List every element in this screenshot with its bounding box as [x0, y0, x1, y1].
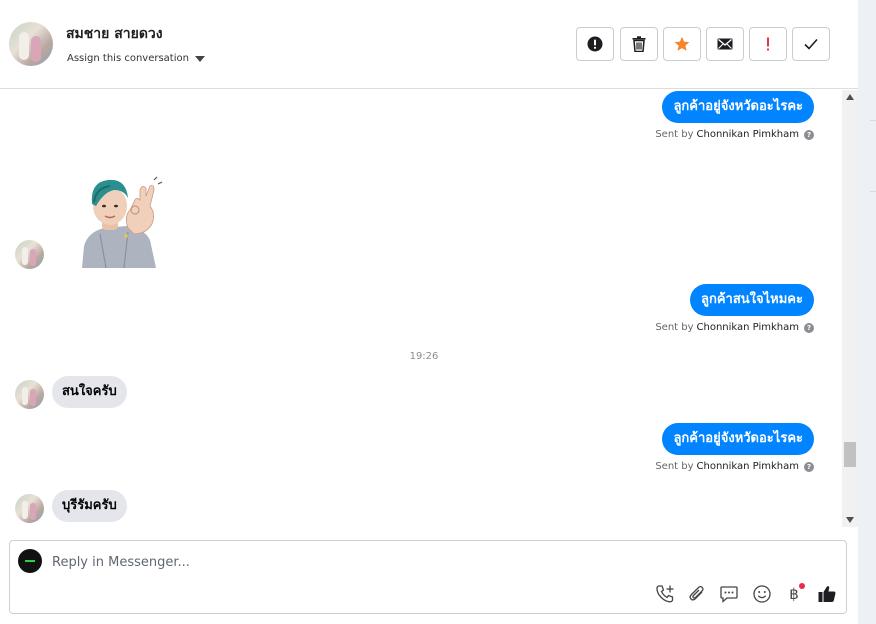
conversation-header: สมชาย สายดวง Assign this conversation — [0, 0, 858, 89]
agent-name: Chonnikan Pimkham — [696, 461, 799, 472]
outgoing-message: ลูกค้าสนใจไหมคะ — [690, 284, 814, 316]
saved-reply-icon[interactable] — [718, 583, 740, 605]
help-icon[interactable]: ? — [804, 129, 814, 140]
paperclip-icon[interactable] — [686, 583, 708, 605]
reply-input[interactable] — [52, 551, 652, 573]
alert-circle-icon — [587, 36, 603, 52]
exclamation-icon — [767, 37, 769, 51]
check-icon — [804, 38, 818, 50]
contact-avatar-small — [15, 380, 44, 409]
outgoing-message: ลูกค้าอยู่จังหวัดอะไรคะ — [662, 423, 814, 455]
ok-hand-sticker — [82, 176, 163, 268]
page-avatar — [18, 549, 42, 573]
scrollbar-thumb[interactable] — [844, 442, 856, 467]
assign-label: Assign this conversation — [67, 53, 189, 64]
scroll-up-arrow-icon[interactable] — [846, 94, 854, 100]
star-icon — [674, 36, 690, 51]
baht-payment-icon[interactable]: ฿ — [783, 583, 805, 605]
message-thread: ลูกค้าอยู่จังหวัดอะไรคะ Sent by Chonnika… — [0, 90, 842, 527]
chevron-down-icon — [194, 55, 205, 62]
sent-by-label: Sent by — [655, 129, 694, 140]
delete-button[interactable] — [620, 27, 658, 61]
mark-important-button[interactable] — [749, 27, 787, 61]
sent-by-line: Sent by Chonnikan Pimkham ? — [655, 322, 814, 333]
contact-avatar[interactable] — [9, 22, 53, 66]
right-panel-edge — [858, 0, 876, 624]
message-timestamp: 19:26 — [409, 351, 439, 362]
assign-conversation-dropdown[interactable]: Assign this conversation — [67, 53, 205, 64]
help-icon[interactable]: ? — [804, 461, 814, 472]
envelope-icon — [717, 38, 733, 50]
sent-by-label: Sent by — [655, 322, 694, 333]
star-button[interactable] — [663, 27, 701, 61]
reply-composer: ฿ — [9, 540, 847, 614]
outgoing-message: ลูกค้าอยู่จังหวัดอะไรคะ — [662, 91, 814, 123]
incoming-message: บุรีรัมครับ — [52, 490, 127, 522]
agent-name: Chonnikan Pimkham — [696, 322, 799, 333]
help-icon[interactable]: ? — [804, 322, 814, 333]
contact-avatar-small — [15, 240, 44, 269]
scroll-down-arrow-icon[interactable] — [846, 517, 854, 523]
info-button[interactable] — [576, 27, 614, 61]
sent-by-label: Sent by — [655, 461, 694, 472]
notification-dot — [799, 583, 805, 589]
sent-by-line: Sent by Chonnikan Pimkham ? — [655, 461, 814, 472]
thumbs-up-icon[interactable] — [816, 583, 838, 605]
sent-by-line: Sent by Chonnikan Pimkham ? — [655, 129, 814, 140]
mark-done-button[interactable] — [792, 27, 830, 61]
agent-name: Chonnikan Pimkham — [696, 129, 799, 140]
trash-icon — [632, 36, 646, 52]
contact-name[interactable]: สมชาย สายดวง — [66, 23, 163, 45]
messenger-inbox-app: สมชาย สายดวง Assign this conversation ลู… — [0, 0, 876, 624]
emoji-icon[interactable] — [751, 583, 773, 605]
phone-add-icon[interactable] — [654, 583, 676, 605]
incoming-message: สนใจครับ — [52, 376, 127, 408]
contact-avatar-small — [15, 494, 44, 523]
message-scrollbar[interactable] — [842, 90, 858, 527]
mail-button[interactable] — [706, 27, 744, 61]
